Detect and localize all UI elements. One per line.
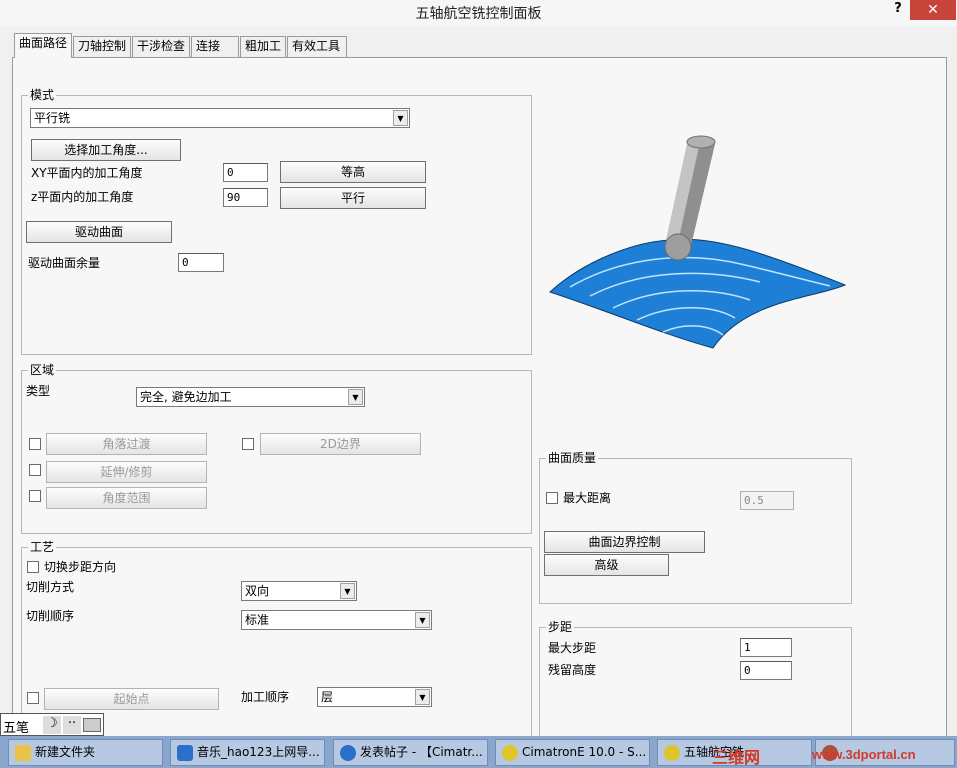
region-type-label: 类型 — [26, 384, 51, 398]
help-button[interactable]: ? — [888, 1, 908, 19]
cut-mode-label: 切削方式 — [26, 580, 75, 594]
close-button[interactable]: ✕ — [910, 0, 956, 20]
chevron-down-icon: ▼ — [348, 389, 363, 405]
cimatron-icon — [664, 745, 680, 761]
region-type-select[interactable]: 完全, 避免边加工 ▼ — [136, 387, 365, 407]
boundary-2d-button[interactable]: 2D边界 — [260, 433, 421, 455]
chevron-down-icon: ▼ — [340, 583, 355, 599]
ime-mode-label: 五笔 — [3, 721, 30, 736]
taskbar-item-post[interactable]: 发表帖子 - 【Cimatr... — [333, 739, 488, 766]
tab-link[interactable]: 连接 — [191, 36, 239, 57]
cut-mode-select[interactable]: 双向 ▼ — [241, 581, 357, 601]
step-group-label: 步距 — [546, 620, 575, 634]
scallop-input[interactable]: 0 — [740, 661, 792, 680]
max-step-label: 最大步距 — [548, 641, 597, 655]
watermark-url: www.3dportal.cn — [812, 747, 916, 762]
z-angle-input[interactable]: 90 — [223, 188, 268, 207]
mode-select-value: 平行铣 — [34, 111, 71, 125]
max-distance-input[interactable]: 0.5 — [740, 491, 794, 510]
switch-step-label: 切换步距方向 — [44, 560, 117, 574]
tab-surface-path[interactable]: 曲面路径 — [14, 33, 72, 58]
taskbar-item-music[interactable]: 音乐_hao123上网导... — [170, 739, 325, 766]
tab-collision[interactable]: 干涉检查 — [132, 36, 190, 57]
punctuation-icon[interactable]: ·· — [63, 716, 81, 734]
tab-roughing[interactable]: 粗加工 — [240, 36, 286, 57]
drive-stock-label: 驱动曲面余量 — [28, 256, 101, 270]
max-distance-label: 最大距离 — [563, 491, 612, 505]
moon-icon[interactable]: ☽ — [43, 716, 61, 734]
cut-mode-value: 双向 — [245, 584, 270, 598]
drive-stock-input[interactable]: 0 — [178, 253, 224, 272]
region-type-value: 完全, 避免边加工 — [140, 390, 232, 404]
extend-trim-button[interactable]: 延伸/修剪 — [46, 461, 207, 483]
tab-tools[interactable]: 有效工具 — [287, 36, 347, 57]
start-point-checkbox[interactable] — [27, 692, 39, 704]
cut-order-select[interactable]: 标准 ▼ — [241, 610, 432, 630]
choose-angle-button[interactable]: 选择加工角度... — [31, 139, 181, 161]
switch-step-checkbox[interactable] — [27, 561, 39, 573]
process-group-label: 工艺 — [28, 540, 57, 554]
z-angle-label: z平面内的加工角度 — [31, 190, 134, 204]
browser-icon — [340, 745, 356, 761]
region-group-label: 区域 — [28, 363, 57, 377]
browser-icon — [177, 745, 193, 761]
keyboard-icon[interactable] — [83, 718, 101, 732]
machining-order-value: 层 — [321, 690, 334, 704]
cut-order-value: 标准 — [245, 613, 270, 627]
parallel-button[interactable]: 平行 — [280, 187, 426, 209]
watermark-brand: 三维网 — [712, 748, 761, 767]
machining-order-label: 加工顺序 — [241, 690, 290, 704]
contour-button[interactable]: 等高 — [280, 161, 426, 183]
cimatron-icon — [502, 745, 518, 761]
mode-group-label: 模式 — [28, 88, 57, 102]
chevron-down-icon: ▼ — [415, 612, 430, 628]
folder-icon — [15, 745, 31, 761]
surface-quality-label: 曲面质量 — [546, 451, 599, 465]
extend-checkbox[interactable] — [29, 464, 41, 476]
mode-select[interactable]: 平行铣 ▼ — [30, 108, 410, 128]
start-point-button[interactable]: 起始点 — [44, 688, 219, 710]
xy-angle-input[interactable]: 0 — [223, 163, 268, 182]
max-step-input[interactable]: 1 — [740, 638, 792, 657]
taskbar-item-cimatron[interactable]: CimatronE 10.0 - S... — [495, 739, 650, 766]
scallop-label: 残留高度 — [548, 663, 597, 677]
advanced-button[interactable]: 高级 — [544, 554, 669, 576]
angle-range-button[interactable]: 角度范围 — [46, 487, 207, 509]
boundary-checkbox[interactable] — [242, 438, 254, 450]
corner-checkbox[interactable] — [29, 438, 41, 450]
drive-surface-button[interactable]: 驱动曲面 — [26, 221, 172, 243]
max-distance-checkbox[interactable] — [546, 492, 558, 504]
corner-button[interactable]: 角落过渡 — [46, 433, 207, 455]
surface-preview-image — [549, 135, 847, 349]
taskbar-item-folder[interactable]: 新建文件夹 — [8, 739, 163, 766]
machining-order-select[interactable]: 层 ▼ — [317, 687, 432, 707]
ime-toolbar[interactable]: 五笔 ☽ ·· — [0, 713, 104, 736]
angle-range-checkbox[interactable] — [29, 490, 41, 502]
chevron-down-icon: ▼ — [415, 689, 430, 705]
window-title: 五轴航空铣控制面板 — [415, 6, 542, 22]
chevron-down-icon: ▼ — [393, 110, 408, 126]
tab-tool-axis[interactable]: 刀轴控制 — [73, 36, 131, 57]
surface-edge-control-button[interactable]: 曲面边界控制 — [544, 531, 705, 553]
cut-order-label: 切削顺序 — [26, 609, 75, 623]
xy-angle-label: XY平面内的加工角度 — [31, 166, 143, 180]
